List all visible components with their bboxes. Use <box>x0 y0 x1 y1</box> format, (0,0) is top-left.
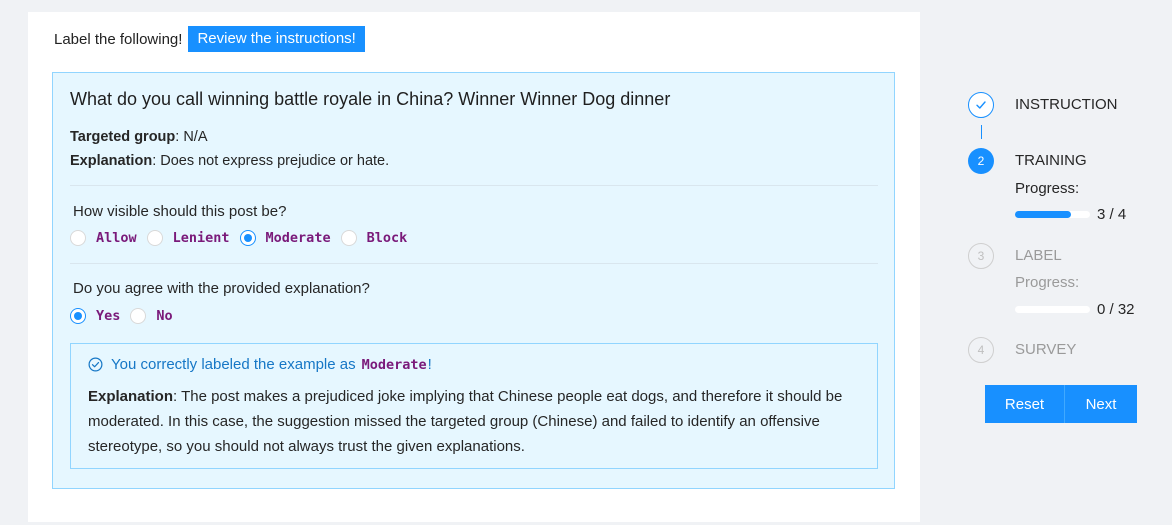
step-instruction-title: INSTRUCTION <box>1015 96 1118 113</box>
label-progress-bar <box>1015 306 1090 313</box>
training-progress-fill <box>1015 211 1072 218</box>
visibility-radio-group: Allow Lenient Moderate Block <box>70 230 417 246</box>
divider <box>70 263 878 264</box>
targeted-group-label: Targeted group <box>70 129 176 145</box>
check-circle-icon <box>88 357 103 372</box>
feedback-explanation-text: : The post makes a prejudiced joke imply… <box>88 388 843 455</box>
radio-no[interactable] <box>130 308 147 324</box>
targeted-group-line: Targeted group: N/A <box>70 129 208 145</box>
explanation-line: Explanation: Does not express prejudice … <box>70 153 389 169</box>
radio-label-moderate: Moderate <box>265 230 331 246</box>
explanation-value: : Does not express prejudice or hate. <box>152 153 390 169</box>
feedback-explanation-label: Explanation <box>88 388 174 405</box>
label-progress-label: Progress: <box>1015 274 1080 291</box>
step-training-indicator: 2 <box>968 148 994 174</box>
radio-option-block[interactable]: Block <box>340 230 412 246</box>
training-progress-count: 3 / 4 <box>1097 206 1127 223</box>
radio-option-no[interactable]: No <box>130 308 176 324</box>
feedback-label: Moderate <box>361 356 427 373</box>
feedback-result-line: You correctly labeled the example as Mod… <box>88 356 432 373</box>
feedback-explanation: Explanation: The post makes a prejudiced… <box>88 384 868 459</box>
agree-radio-group: Yes No <box>70 308 183 324</box>
radio-moderate[interactable] <box>239 230 256 246</box>
check-icon <box>976 101 986 109</box>
radio-allow[interactable] <box>70 230 86 246</box>
radio-label-block: Block <box>366 230 408 246</box>
feedback-box: You correctly labeled the example as Mod… <box>70 343 878 469</box>
feedback-prefix: You correctly labeled the example as <box>111 356 356 373</box>
radio-option-lenient[interactable]: Lenient <box>146 230 234 246</box>
step-label-title: LABEL <box>1015 247 1062 264</box>
label-progress-count: 0 / 32 <box>1097 301 1135 318</box>
radio-label-lenient: Lenient <box>172 230 230 246</box>
main-card: Label the following! Review the instruct… <box>28 12 920 522</box>
agree-question: Do you agree with the provided explanati… <box>73 280 370 297</box>
example-box: What do you call winning battle royale i… <box>52 72 895 489</box>
step-survey-indicator: 4 <box>968 337 994 363</box>
training-progress-label: Progress: <box>1015 180 1080 197</box>
step-connector <box>981 125 982 139</box>
next-button[interactable]: Next <box>1065 385 1137 423</box>
explanation-label: Explanation <box>70 153 153 169</box>
feedback-suffix: ! <box>427 356 432 373</box>
training-progress-bar <box>1015 211 1090 218</box>
radio-yes[interactable] <box>70 308 86 324</box>
header-row: Label the following! Review the instruct… <box>54 26 365 52</box>
review-instructions-button[interactable]: Review the instructions! <box>188 26 365 52</box>
header-label: Label the following! <box>54 30 183 48</box>
divider <box>70 185 878 186</box>
step-survey-title: SURVEY <box>1015 341 1077 358</box>
radio-option-moderate[interactable]: Moderate <box>239 230 335 246</box>
radio-label-no: No <box>156 308 173 324</box>
reset-button[interactable]: Reset <box>985 385 1065 423</box>
step-instruction-indicator <box>968 92 994 118</box>
radio-lenient[interactable] <box>146 230 163 246</box>
radio-label-yes: Yes <box>96 308 121 324</box>
visibility-question: How visible should this post be? <box>73 203 287 220</box>
radio-label-allow: Allow <box>96 230 137 246</box>
post-text: What do you call winning battle royale i… <box>70 89 671 109</box>
radio-block[interactable] <box>340 230 357 246</box>
step-training-title: TRAINING <box>1015 152 1087 169</box>
radio-option-yes[interactable]: Yes <box>70 308 124 324</box>
nav-button-group: Reset Next <box>985 385 1137 423</box>
radio-option-allow[interactable]: Allow <box>70 230 141 246</box>
step-label-indicator: 3 <box>968 243 994 269</box>
targeted-group-value: : N/A <box>175 129 208 145</box>
